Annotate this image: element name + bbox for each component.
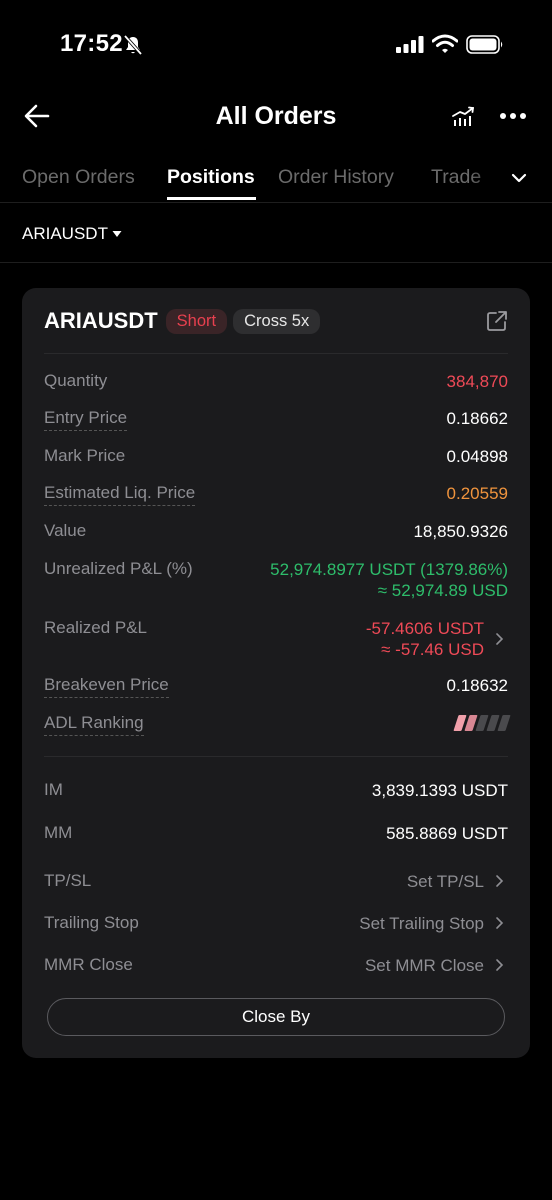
breakeven-label[interactable]: Breakeven Price xyxy=(44,675,169,698)
mm-label: MM xyxy=(44,823,73,842)
realized-pnl-usd: ≈ -57.46 USD xyxy=(381,640,484,659)
realized-pnl-value: -57.4606 USDT ≈ -57.46 USD xyxy=(366,618,484,660)
set-trailing-stop-link[interactable]: Set Trailing Stop xyxy=(359,913,484,934)
active-tab-indicator xyxy=(167,197,256,200)
chevron-right-icon xyxy=(496,875,504,887)
tpsl-label: TP/SL xyxy=(44,871,92,890)
im-label: IM xyxy=(44,780,63,799)
tab-order-history[interactable]: Order History xyxy=(278,166,394,189)
chevron-right-icon xyxy=(496,633,504,645)
position-symbol: ARIAUSDT xyxy=(44,308,158,333)
chevron-right-icon xyxy=(496,917,504,929)
symbol-filter[interactable]: ARIAUSDT xyxy=(22,224,122,244)
chevron-down-icon[interactable] xyxy=(508,170,530,186)
header: All Orders xyxy=(0,90,552,144)
bell-muted-icon xyxy=(123,34,143,56)
side-badge: Short xyxy=(165,308,228,334)
chevron-right-icon xyxy=(496,959,504,971)
set-tpsl-link[interactable]: Set TP/SL xyxy=(407,871,484,892)
realized-pnl-label: Realized P&L xyxy=(44,618,148,637)
status-bar: 17:52 xyxy=(0,0,552,90)
liq-price-value: 0.20559 xyxy=(446,484,508,503)
breakeven-value: 0.18632 xyxy=(446,676,508,695)
chart-icon[interactable] xyxy=(450,104,476,128)
unrealized-pnl-value: 52,974.8977 USDT (1379.86%) ≈ 52,974.89 … xyxy=(270,559,508,601)
battery-icon xyxy=(466,35,503,54)
entry-price-value: 0.18662 xyxy=(446,409,508,428)
card-divider xyxy=(44,353,508,354)
value-label: Value xyxy=(44,521,87,540)
adl-bar xyxy=(497,715,511,731)
caret-down-icon xyxy=(112,231,122,237)
liq-price-label[interactable]: Estimated Liq. Price xyxy=(44,483,196,506)
unrealized-pnl-label: Unrealized P&L (%) xyxy=(44,559,193,578)
value-value: 18,850.9326 xyxy=(413,522,508,541)
mark-price-label: Mark Price xyxy=(44,446,126,465)
tab-open-orders[interactable]: Open Orders xyxy=(22,166,135,189)
entry-price-label[interactable]: Entry Price xyxy=(44,408,128,431)
unrealized-pnl-usdt: 52,974.8977 USDT (1379.86%) xyxy=(270,560,508,579)
set-mmr-close-link[interactable]: Set MMR Close xyxy=(365,955,484,976)
more-options-icon[interactable] xyxy=(498,104,528,128)
tab-fade xyxy=(470,158,510,202)
position-card: ARIAUSDT Short Cross 5x Quantity 384,870… xyxy=(22,288,530,1058)
trailing-stop-label: Trailing Stop xyxy=(44,913,139,932)
quantity-value: 384,870 xyxy=(446,372,508,391)
tab-divider xyxy=(0,202,552,203)
filter-divider xyxy=(0,262,552,263)
wifi-icon xyxy=(432,34,458,53)
tab-bar: Open Orders Positions Order History Trad… xyxy=(0,158,552,202)
margin-mode-badge: Cross 5x xyxy=(233,308,321,334)
quantity-label: Quantity xyxy=(44,371,108,390)
status-time: 17:52 xyxy=(60,30,123,57)
im-value: 3,839.1393 USDT xyxy=(371,781,508,800)
cellular-signal-icon xyxy=(396,36,424,53)
mm-value: 585.8869 USDT xyxy=(386,824,508,843)
unrealized-pnl-usd: ≈ 52,974.89 USD xyxy=(377,581,508,600)
card-divider xyxy=(44,756,508,757)
close-by-button[interactable]: Close By xyxy=(47,998,505,1036)
adl-indicator xyxy=(453,715,511,731)
mark-price-value: 0.04898 xyxy=(446,447,508,466)
symbol-filter-label: ARIAUSDT xyxy=(22,224,108,243)
adl-label[interactable]: ADL Ranking xyxy=(44,713,144,736)
realized-pnl-usdt: -57.4606 USDT xyxy=(365,619,484,638)
share-icon[interactable] xyxy=(486,310,508,332)
mmr-close-label: MMR Close xyxy=(44,955,133,974)
tab-positions[interactable]: Positions xyxy=(167,166,255,189)
position-header: ARIAUSDT Short Cross 5x xyxy=(44,308,321,334)
